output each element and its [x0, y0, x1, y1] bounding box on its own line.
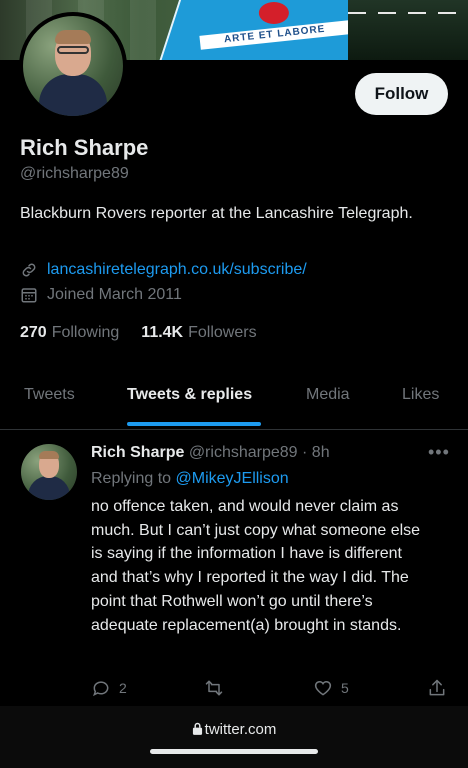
following-count: 270 — [20, 324, 47, 341]
heart-icon — [314, 680, 332, 696]
followers-label: Followers — [188, 324, 257, 341]
crest-motto: ARTE ET LABORE — [199, 20, 351, 50]
pitch-edge — [348, 0, 468, 60]
share-icon — [429, 679, 445, 696]
share-button[interactable] — [427, 678, 447, 698]
follow-button[interactable]: Follow — [355, 73, 448, 115]
more-options-icon[interactable]: ••• — [428, 442, 450, 463]
retweet-button[interactable] — [204, 678, 232, 698]
followers-count: 11.4K — [141, 324, 184, 341]
tab-likes[interactable]: Likes — [402, 386, 439, 404]
home-indicator[interactable] — [150, 749, 318, 754]
tab-tweets-replies[interactable]: Tweets & replies — [127, 386, 252, 404]
avatar-body — [39, 74, 107, 116]
profile-joined-row: Joined March 2011 — [20, 286, 182, 304]
replying-prefix: Replying to — [91, 470, 172, 487]
calendar-icon — [20, 286, 38, 304]
like-count: 5 — [341, 680, 349, 696]
tab-media[interactable]: Media — [306, 386, 350, 404]
profile-name: Rich Sharpe — [20, 135, 149, 160]
profile-handle: @richsharpe89 — [20, 165, 129, 182]
avatar-photo — [23, 16, 123, 116]
following-label: Following — [51, 324, 120, 341]
tweet-time[interactable]: 8h — [312, 444, 330, 461]
tweet-separator: · — [302, 444, 308, 461]
like-button[interactable]: 5 — [313, 678, 349, 698]
rose-emblem — [258, 2, 289, 24]
tweet-author-handle[interactable]: @richsharpe89 — [189, 444, 298, 461]
profile-bio: Blackburn Rovers reporter at the Lancash… — [20, 205, 413, 222]
profile-stats: 270 Following 11.4K Followers — [20, 324, 279, 342]
retweet-icon — [205, 680, 223, 696]
reply-count: 2 — [119, 680, 127, 696]
replying-to: Replying to @MikeyJEllison — [91, 470, 289, 488]
replying-to-link[interactable]: @MikeyJEllison — [176, 470, 289, 487]
tweet-header: Rich Sharpe @richsharpe89 · 8h — [91, 444, 330, 462]
reply-icon — [93, 681, 109, 697]
following-stat[interactable]: 270 Following — [20, 324, 119, 342]
profile-tabs: Tweets Tweets & replies Media Likes — [0, 380, 468, 430]
profile-avatar[interactable] — [19, 12, 127, 120]
avatar-hair — [55, 30, 91, 44]
tweet-actions: 2 5 — [91, 678, 451, 698]
reply-button[interactable]: 2 — [91, 678, 127, 698]
followers-stat[interactable]: 11.4K Followers — [141, 324, 256, 342]
browser-address-bar[interactable]: twitter.com — [0, 706, 468, 768]
active-tab-indicator — [127, 422, 261, 426]
tweet-author-name[interactable]: Rich Sharpe — [91, 444, 184, 461]
url-text: twitter.com — [204, 721, 277, 738]
link-icon — [20, 261, 38, 279]
profile-website-link[interactable]: lancashiretelegraph.co.uk/subscribe/ — [47, 261, 307, 279]
tweet-text: no offence taken, and would never claim … — [91, 498, 421, 634]
tweet[interactable]: Rich Sharpe @richsharpe89 · 8h ••• Reply… — [0, 430, 468, 707]
profile-link-row: lancashiretelegraph.co.uk/subscribe/ — [20, 261, 307, 279]
lock-icon — [192, 722, 202, 735]
avatar-body — [28, 476, 70, 500]
joined-date: Joined March 2011 — [47, 286, 182, 303]
tab-tweets[interactable]: Tweets — [24, 386, 75, 404]
avatar-glasses — [57, 46, 89, 54]
tweet-author-avatar[interactable] — [21, 444, 77, 500]
url-display[interactable]: twitter.com — [0, 721, 468, 738]
avatar-hair — [39, 451, 59, 459]
